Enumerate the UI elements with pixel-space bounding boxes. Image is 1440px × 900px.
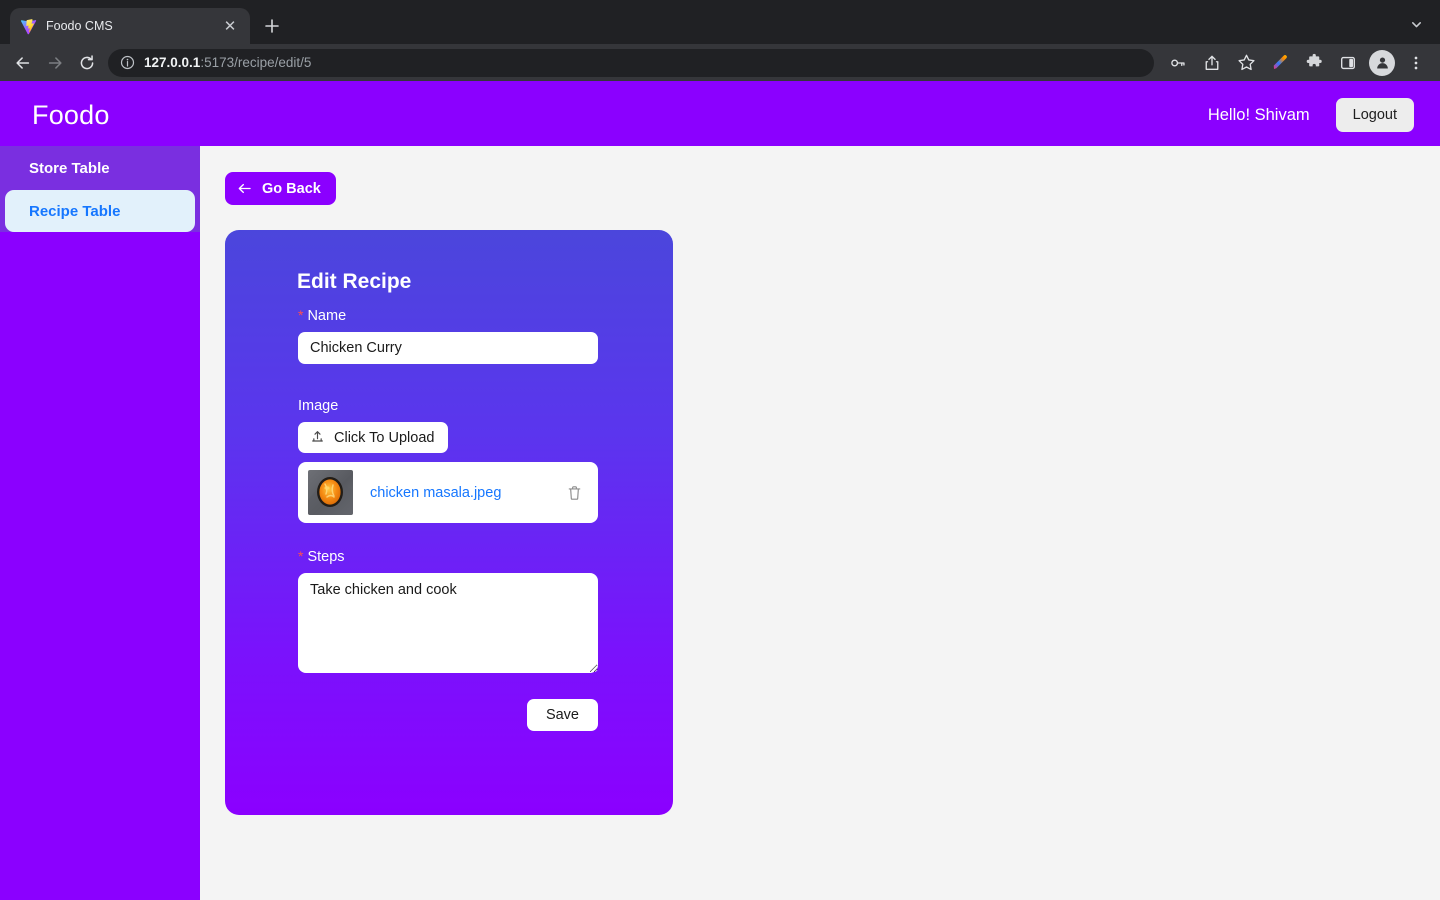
- name-field-label: * Name: [298, 308, 623, 324]
- sidebar: Store Table Recipe Table: [0, 146, 200, 900]
- info-circle-icon[interactable]: [120, 55, 135, 70]
- logout-button[interactable]: Logout: [1335, 98, 1414, 132]
- toolbar-icon-group: [1162, 48, 1432, 78]
- delete-file-button[interactable]: [563, 482, 585, 504]
- page-title: Edit Recipe: [297, 270, 412, 293]
- trash-icon: [568, 485, 580, 500]
- eyedropper-pen-button[interactable]: [1264, 48, 1296, 78]
- tab-title: Foodo CMS: [46, 19, 113, 33]
- uploaded-file-name[interactable]: chicken masala.jpeg: [370, 485, 546, 501]
- side-panel-button[interactable]: [1332, 48, 1364, 78]
- app-brand[interactable]: Foodo: [32, 100, 110, 131]
- form-actions: Save: [298, 699, 598, 731]
- name-label-text: Name: [307, 308, 347, 324]
- three-dot-menu-icon: [1414, 56, 1418, 69]
- eyedropper-pen-icon: [1273, 55, 1287, 69]
- forward-button[interactable]: [40, 48, 70, 78]
- user-greeting: Hello! Shivam: [1207, 105, 1310, 124]
- sidebar-item-label: Store Table: [29, 159, 110, 177]
- steps-label-text: Steps: [307, 549, 345, 565]
- steps-field-label: * Steps: [298, 549, 623, 565]
- extensions-puzzle-icon: [1306, 53, 1322, 67]
- browser-menu-button[interactable]: [1400, 48, 1432, 78]
- share-icon: [1205, 55, 1219, 70]
- bookmark-star-button[interactable]: [1230, 48, 1262, 78]
- required-marker: *: [298, 307, 304, 323]
- back-button[interactable]: [8, 48, 38, 78]
- arrow-left-icon: [16, 56, 30, 69]
- profile-avatar[interactable]: [1369, 49, 1395, 76]
- header-right-group: Hello! Shivam Logout: [1208, 98, 1414, 132]
- arrow-left-icon: [238, 183, 251, 194]
- chicken-curry-thumbnail-image[interactable]: [308, 470, 353, 515]
- image-label-text: Image: [298, 398, 339, 414]
- reload-button[interactable]: [72, 48, 102, 78]
- name-input[interactable]: [298, 332, 598, 364]
- new-tab-button[interactable]: [258, 12, 286, 40]
- required-marker: *: [298, 548, 304, 564]
- vite-logo-icon: [20, 18, 37, 34]
- save-button[interactable]: Save: [526, 699, 598, 731]
- sidebar-item-label: Recipe Table: [29, 202, 121, 220]
- go-back-label: Go Back: [262, 180, 321, 197]
- plus-icon: [265, 19, 279, 33]
- sidebar-menu: Store Table Recipe Table: [0, 146, 200, 232]
- arrow-right-icon: [48, 56, 62, 69]
- side-panel-icon: [1341, 56, 1355, 69]
- upload-button-label: Click To Upload: [334, 429, 435, 446]
- click-to-upload-button[interactable]: Click To Upload: [298, 422, 449, 453]
- url-host: 127.0.0.1: [144, 55, 201, 70]
- app-body: Store Table Recipe Table Go Back Edit Re…: [0, 146, 1440, 900]
- sidebar-item-store-table[interactable]: Store Table: [0, 146, 200, 190]
- browser-window: Foodo CMS ✕ 127.0.0.1:5173/recipe/edit/5…: [0, 0, 1440, 900]
- profile-avatar-icon: [1376, 57, 1388, 69]
- image-field-label: Image: [298, 398, 623, 414]
- bookmark-star-icon: [1237, 54, 1255, 71]
- browser-tab-foodo-cms[interactable]: Foodo CMS ✕: [10, 8, 250, 44]
- share-button[interactable]: [1196, 48, 1228, 78]
- go-back-button[interactable]: Go Back: [225, 172, 336, 205]
- main-content: Go Back Edit Recipe * Name Image: [200, 146, 1440, 900]
- address-bar[interactable]: 127.0.0.1:5173/recipe/edit/5: [108, 48, 1154, 77]
- upload-icon: [312, 431, 323, 442]
- tab-list-button[interactable]: [1402, 10, 1430, 38]
- tab-strip: Foodo CMS ✕: [0, 0, 1440, 44]
- steps-textarea[interactable]: Take chicken and cook: [298, 573, 598, 673]
- reload-icon: [80, 54, 94, 69]
- password-key-button[interactable]: [1162, 48, 1194, 78]
- chevron-down-icon: [1411, 21, 1421, 27]
- url-text: 127.0.0.1:5173/recipe/edit/5: [144, 55, 311, 70]
- close-icon[interactable]: ✕: [220, 16, 240, 36]
- password-key-icon: [1171, 59, 1185, 66]
- edit-recipe-card: Edit Recipe * Name Image: [225, 230, 673, 815]
- uploaded-file-row: chicken masala.jpeg: [298, 462, 598, 523]
- sidebar-item-recipe-table[interactable]: Recipe Table: [5, 190, 195, 232]
- browser-toolbar: 127.0.0.1:5173/recipe/edit/5: [0, 44, 1440, 84]
- url-path: :5173/recipe/edit/5: [200, 55, 312, 70]
- extensions-button[interactable]: [1298, 48, 1330, 78]
- app-header: Foodo Hello! Shivam Logout: [0, 84, 1440, 146]
- page-viewport: Foodo Hello! Shivam Logout Store Table R…: [0, 84, 1440, 900]
